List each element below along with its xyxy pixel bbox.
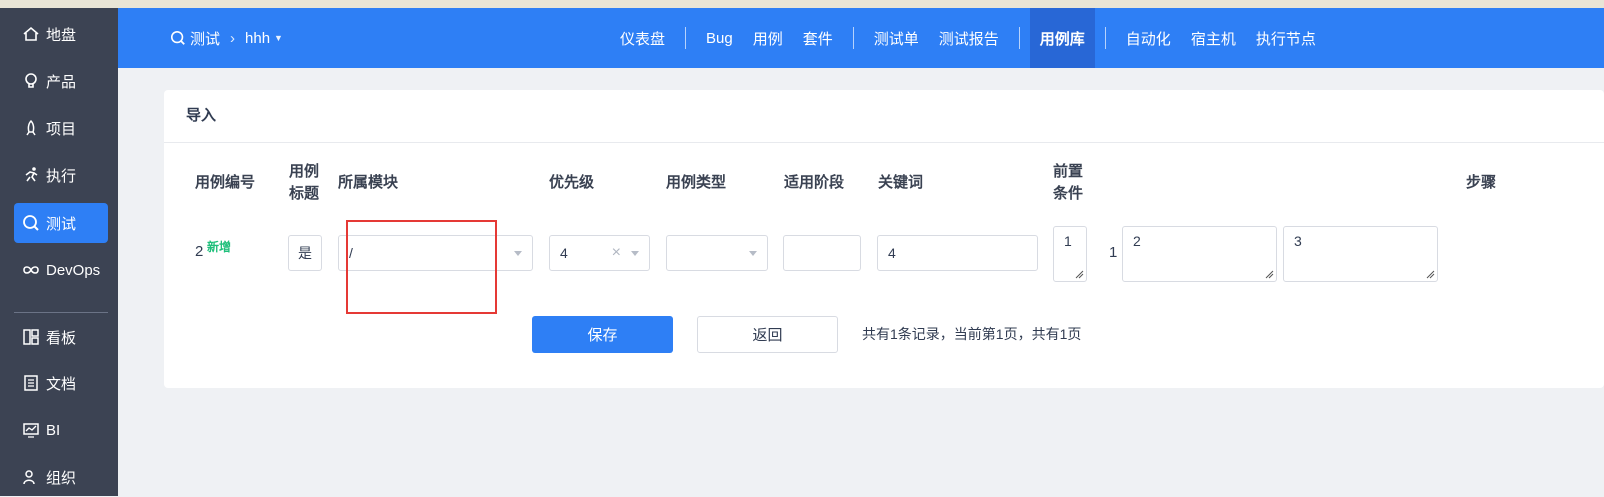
sidebar-item-devops[interactable]: DevOps	[14, 250, 108, 290]
breadcrumb-module[interactable]: 测试	[190, 28, 220, 49]
sidebar-item-dashboard[interactable]: 地盘	[14, 14, 108, 54]
sidebar-item-bi[interactable]: BI	[14, 410, 108, 450]
precondition-textarea[interactable]: 1	[1053, 226, 1087, 282]
nav-divider	[685, 27, 687, 49]
breadcrumb: 测试 › hhh ▼	[170, 8, 283, 68]
sidebar-item-label: 看板	[46, 329, 77, 347]
chevron-right-icon: ›	[230, 29, 236, 47]
step-expect-value: 3	[1294, 233, 1302, 249]
clear-icon[interactable]: ×	[612, 244, 621, 262]
sidebar-item-label: DevOps	[46, 261, 101, 279]
case-type-select[interactable]	[666, 235, 768, 271]
sidebar-item-org[interactable]: 组织	[14, 457, 108, 497]
test-search-icon	[170, 30, 190, 46]
nav-dashboard[interactable]: 仪表盘	[610, 8, 675, 68]
resize-grip-icon[interactable]	[1074, 269, 1084, 279]
sidebar-item-docs[interactable]: 文档	[14, 363, 108, 403]
panel-title: 导入	[186, 107, 217, 124]
nav-exec-node[interactable]: 执行节点	[1246, 8, 1326, 68]
nav-divider	[852, 27, 854, 49]
step-desc-value: 2	[1133, 233, 1141, 249]
nav-testtask[interactable]: 测试单	[864, 8, 929, 68]
highlight-box	[346, 220, 497, 314]
sidebar-item-label: 组织	[46, 469, 77, 487]
chevron-down-icon	[514, 251, 522, 256]
sidebar-item-kanban[interactable]: 看板	[14, 317, 108, 357]
kanban-icon	[22, 328, 40, 346]
new-badge: 新增	[207, 240, 232, 254]
save-button[interactable]: 保存	[532, 316, 673, 353]
col-precondition: 前置 条件	[1053, 163, 1084, 202]
sidebar-item-label: 地盘	[46, 26, 77, 44]
rocket-icon	[22, 119, 40, 137]
title-value: 是	[298, 245, 312, 261]
run-icon	[22, 166, 40, 184]
caret-down-icon[interactable]: ▼	[274, 33, 283, 43]
infinity-icon	[22, 261, 40, 279]
sidebar-item-test[interactable]: 测试	[14, 203, 108, 243]
sidebar-item-product[interactable]: 产品	[14, 61, 108, 101]
sidebar-item-execution[interactable]: 执行	[14, 155, 108, 195]
panel-divider	[164, 142, 1604, 143]
col-stage: 适用阶段	[784, 174, 845, 191]
resize-grip-icon[interactable]	[1264, 269, 1274, 279]
sidebar-item-label: 测试	[46, 215, 77, 233]
keywords-input[interactable]: 4	[877, 235, 1038, 271]
nav-report[interactable]: 测试报告	[929, 8, 1009, 68]
priority-select[interactable]: 4 ×	[549, 235, 650, 271]
col-case-id: 用例编号	[195, 174, 256, 191]
priority-value: 4	[560, 245, 568, 261]
step-number: 1	[1109, 244, 1118, 261]
nav-automation[interactable]: 自动化	[1116, 8, 1181, 68]
sidebar: 地盘 产品 项目 执行 测试 DevOps 看板 文档 BI 组织	[0, 8, 118, 496]
col-priority: 优先级	[549, 174, 595, 191]
nav-divider	[1104, 27, 1106, 49]
top-nav: 仪表盘 Bug 用例 套件 测试单 测试报告 用例库 自动化 宿主机 执行节点	[610, 8, 1326, 68]
resize-grip-icon[interactable]	[1425, 269, 1435, 279]
stage-select[interactable]	[783, 235, 861, 271]
window-top-strip	[0, 0, 1604, 8]
pager-summary: 共有1条记录，当前第1页，共有1页	[862, 326, 1082, 342]
col-case-title: 用例 标题	[289, 163, 320, 202]
col-case-type: 用例类型	[666, 174, 727, 191]
home-icon	[22, 25, 40, 43]
keywords-value: 4	[888, 245, 896, 261]
test-search-icon	[22, 214, 40, 232]
title-field[interactable]: 是	[288, 235, 322, 271]
sidebar-item-label: 文档	[46, 375, 77, 393]
sidebar-item-label: BI	[46, 421, 61, 439]
nav-divider	[1018, 27, 1020, 49]
product-switcher[interactable]: hhh	[245, 30, 270, 47]
nav-bug[interactable]: Bug	[696, 8, 743, 68]
col-steps: 步骤	[1466, 174, 1497, 191]
sidebar-divider	[14, 312, 108, 313]
nav-case[interactable]: 用例	[743, 8, 793, 68]
chevron-down-icon	[631, 251, 639, 256]
chevron-down-icon	[749, 251, 757, 256]
nav-suite[interactable]: 套件	[793, 8, 843, 68]
sidebar-item-label: 执行	[46, 167, 77, 185]
nav-caselib[interactable]: 用例库	[1029, 8, 1095, 68]
monitor-chart-icon	[22, 421, 40, 439]
row-case-id: 2	[195, 243, 204, 260]
col-keywords: 关键词	[878, 174, 924, 191]
nav-host[interactable]: 宿主机	[1181, 8, 1246, 68]
step-expect-textarea[interactable]: 3	[1283, 226, 1438, 282]
people-icon	[22, 468, 40, 486]
back-button[interactable]: 返回	[697, 316, 838, 353]
sidebar-item-label: 产品	[46, 73, 77, 91]
col-module: 所属模块	[338, 174, 399, 191]
precondition-value: 1	[1064, 233, 1072, 249]
step-desc-textarea[interactable]: 2	[1122, 226, 1277, 282]
sidebar-item-project[interactable]: 项目	[14, 108, 108, 148]
document-icon	[22, 374, 40, 392]
lightbulb-icon	[22, 72, 40, 90]
sidebar-item-label: 项目	[46, 120, 77, 138]
top-header: 测试 › hhh ▼ 仪表盘 Bug 用例 套件 测试单 测试报告 用例库 自动…	[118, 8, 1604, 68]
